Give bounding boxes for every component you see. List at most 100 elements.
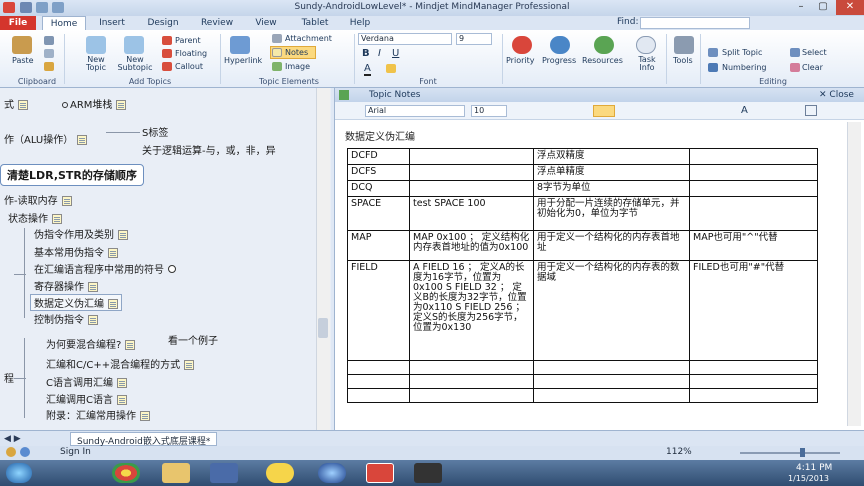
resources-button[interactable]: Resources <box>582 56 623 65</box>
floating-icon[interactable] <box>162 49 172 58</box>
table-cell[interactable]: test SPACE 100 <box>409 196 534 231</box>
note-document[interactable]: 数据定义伪汇编 DCFD 浮点双精度 DCFS 浮点单精度 DCQ 8字节为单位 SPACE… <box>345 126 841 426</box>
notes-icon[interactable] <box>52 214 62 224</box>
map-node[interactable]: 看一个例子 <box>168 332 218 347</box>
callout-icon[interactable] <box>162 62 172 71</box>
notes-button[interactable]: Notes <box>285 48 308 57</box>
hyperlink-icon[interactable] <box>230 36 250 54</box>
notes-icon[interactable] <box>88 315 98 325</box>
notes-close-button[interactable]: ✕ Close <box>819 90 854 100</box>
table-cell[interactable] <box>689 196 818 231</box>
map-node[interactable]: 基本常用伪指令 <box>34 244 118 259</box>
notes-icon[interactable] <box>116 100 127 110</box>
tab-view[interactable]: View <box>248 16 284 30</box>
map-node[interactable]: 为何要混合编程? <box>46 336 136 351</box>
tab-review[interactable]: Review <box>196 16 238 30</box>
table-cell[interactable] <box>347 388 410 403</box>
sign-in-link[interactable]: Sign In <box>60 447 91 457</box>
map-node[interactable]: 在汇编语言程序中常用的符号 <box>34 261 176 276</box>
format-painter-icon[interactable] <box>44 62 54 71</box>
table-cell[interactable] <box>409 164 534 181</box>
split-topic-button[interactable]: Split Topic <box>722 48 762 57</box>
notes-vertical-scrollbar[interactable] <box>847 122 861 426</box>
map-node[interactable]: C语言调用汇编 <box>46 374 127 389</box>
mind-map-canvas[interactable]: 式 ARM堆栈 作（ALU操作） S标签 关于逻辑运算-与，或，非，异 清楚LD… <box>0 88 331 430</box>
font-name-select[interactable]: Verdana <box>358 33 452 45</box>
select-icon[interactable] <box>790 48 800 57</box>
table-cell[interactable] <box>409 180 534 197</box>
floating-button[interactable]: Floating <box>175 49 207 58</box>
table-icon[interactable] <box>805 105 817 116</box>
table-cell[interactable] <box>533 360 690 375</box>
start-icon[interactable] <box>6 463 32 483</box>
new-topic-button[interactable]: New Topic <box>80 56 112 72</box>
table-cell[interactable]: FIELD <box>347 260 410 361</box>
numbering-button[interactable]: Numbering <box>722 63 767 72</box>
table-cell[interactable]: 用于定义一个结构化的内存表的数据域 <box>533 260 690 361</box>
table-cell[interactable]: FILED也可用"#"代替 <box>689 260 818 361</box>
copy-icon[interactable] <box>44 49 54 58</box>
parent-icon[interactable] <box>162 36 172 45</box>
map-node-selected[interactable]: 清楚LDR,STR的存储顺序 <box>0 164 144 186</box>
map-node[interactable]: S标签 <box>142 124 168 139</box>
table-cell[interactable]: A FIELD 16 ； 定义A的长度为16字节，位置为0x100 S FIEL… <box>409 260 534 361</box>
table-cell[interactable] <box>409 374 534 389</box>
map-node[interactable]: 状态操作 <box>8 210 62 225</box>
tab-design[interactable]: Design <box>142 16 184 30</box>
film-icon[interactable] <box>414 463 442 483</box>
table-cell[interactable] <box>689 388 818 403</box>
table-cell[interactable] <box>409 388 534 403</box>
notes-icon[interactable] <box>88 282 98 292</box>
table-cell[interactable] <box>533 388 690 403</box>
bold-icon[interactable]: B <box>362 48 370 59</box>
resources-icon[interactable] <box>594 36 614 54</box>
find-input[interactable] <box>640 17 750 29</box>
table-cell[interactable]: 用于分配一片连续的存储单元，并初始化为0，单位为字节 <box>533 196 690 231</box>
paste-button[interactable]: Paste <box>12 56 34 65</box>
image-button[interactable]: Image <box>285 62 310 71</box>
map-node[interactable]: 伪指令作用及类别 <box>34 226 128 241</box>
new-subtopic-button[interactable]: New Subtopic <box>116 56 154 72</box>
tab-help[interactable]: Help <box>344 16 376 30</box>
smiley-icon[interactable] <box>266 463 294 483</box>
map-node-active[interactable]: 数据定义伪汇编 <box>30 294 122 311</box>
map-node[interactable]: 汇编调用C语言 <box>46 391 127 406</box>
table-cell[interactable] <box>347 360 410 375</box>
zoom-slider-thumb[interactable] <box>800 448 805 457</box>
explorer-icon[interactable] <box>162 463 190 483</box>
italic-icon[interactable]: I <box>378 48 381 59</box>
app-icon[interactable] <box>210 463 238 483</box>
paste-icon[interactable] <box>12 36 32 54</box>
table-cell[interactable] <box>689 180 818 197</box>
map-node[interactable]: 控制伪指令 <box>34 311 98 326</box>
table-cell[interactable]: DCFD <box>347 148 410 165</box>
table-cell[interactable] <box>409 148 534 165</box>
font-color-icon[interactable]: A <box>364 63 371 76</box>
table-cell[interactable] <box>689 164 818 181</box>
progress-button[interactable]: Progress <box>542 56 576 65</box>
tools-button[interactable]: Tools <box>673 56 693 65</box>
table-cell[interactable] <box>689 148 818 165</box>
fill-color-icon[interactable] <box>386 64 396 73</box>
map-node[interactable]: ARM堆栈 <box>62 96 127 111</box>
notes-icon[interactable] <box>118 230 128 240</box>
notes-font-select[interactable]: Arial <box>365 105 465 117</box>
progress-icon[interactable] <box>550 36 570 54</box>
tab-file[interactable]: File <box>0 16 36 30</box>
notes-icon[interactable] <box>184 360 195 370</box>
tab-tablet[interactable]: Tablet <box>296 16 334 30</box>
table-cell[interactable] <box>689 374 818 389</box>
map-node[interactable]: 作（ALU操作） <box>4 131 88 146</box>
notes-icon[interactable] <box>116 378 127 388</box>
table-cell[interactable]: MAP 0x100 ； 定义结构化内存表首地址的值为0x100 <box>409 230 534 261</box>
globe-icon[interactable] <box>318 463 346 483</box>
table-cell[interactable] <box>689 360 818 375</box>
task-info-button[interactable]: Task Info <box>634 56 660 72</box>
notes-size-select[interactable]: 10 <box>471 105 507 117</box>
map-node[interactable]: 汇编和C/C++混合编程的方式 <box>46 356 195 371</box>
numbering-icon[interactable] <box>708 63 718 72</box>
table-cell[interactable]: MAP也可用"^"代替 <box>689 230 818 261</box>
table-cell[interactable]: 浮点单精度 <box>533 164 690 181</box>
hyperlink-button[interactable]: Hyperlink <box>224 56 262 65</box>
notes-icon[interactable] <box>108 299 118 309</box>
